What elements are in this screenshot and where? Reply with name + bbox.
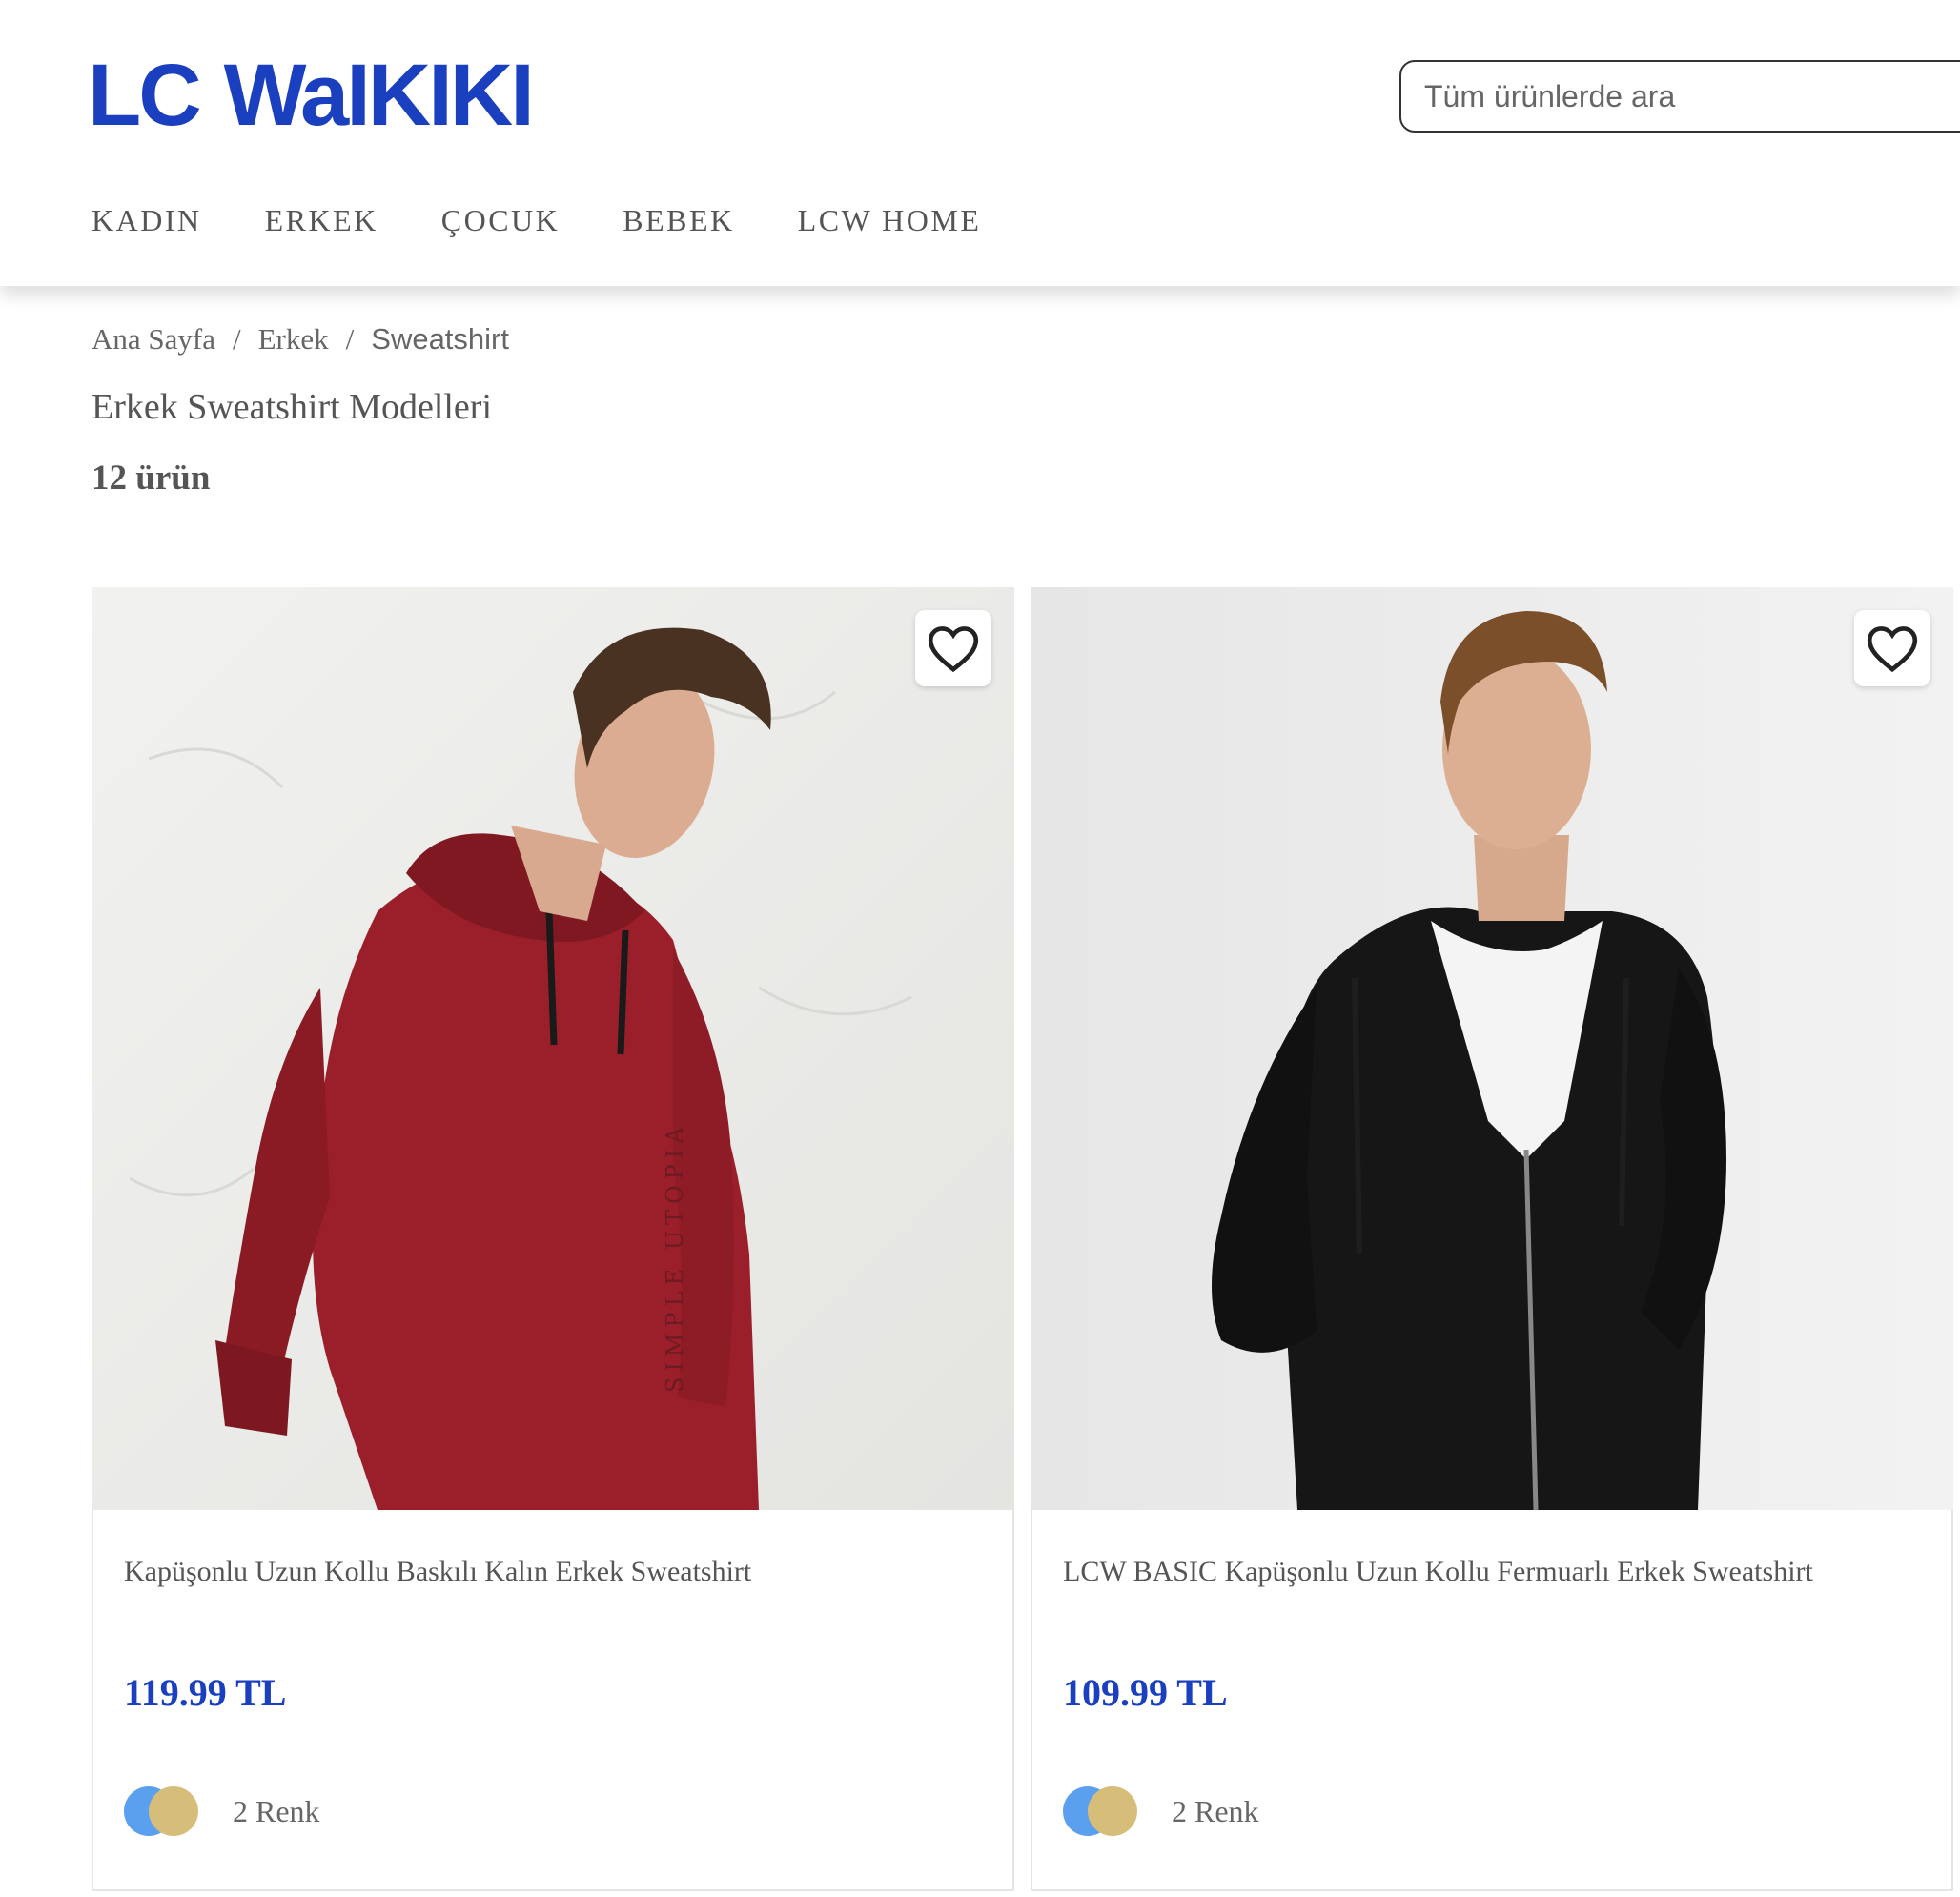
search-input[interactable] [1424,75,1958,117]
color-swatches[interactable] [124,1786,202,1836]
heart-outline-icon [928,626,979,673]
main-nav: KADIN ERKEK ÇOCUK BEBEK LCW HOME [92,203,1044,238]
product-count: 12 ürün [92,459,211,498]
breadcrumb-erkek[interactable]: Erkek [258,322,329,357]
nav-erkek[interactable]: ERKEK [265,203,378,238]
search-box [1399,60,1960,133]
product-image[interactable] [1031,587,1953,1510]
favorite-button[interactable] [915,610,991,686]
nav-lcw-home[interactable]: LCW HOME [798,203,982,238]
hoodie-print-text: SIMPLE UTOPIA [662,1121,688,1393]
site-header: LCWaIKIKI KADIN ERKEK ÇOCUK BEBEK LCW HO… [0,0,1960,286]
color-swatches[interactable] [1063,1786,1141,1836]
product-price: 119.99 TL [124,1671,287,1714]
product-card[interactable]: SIMPLE UTOPIA Kapüşonlu Uzun Kollu Baskı… [92,587,1014,1891]
nav-bebek[interactable]: BEBEK [623,203,734,238]
product-card[interactable]: LCW BASIC Kapüşonlu Uzun Kollu Fermuarlı… [1031,587,1953,1891]
product-info: LCW BASIC Kapüşonlu Uzun Kollu Fermuarlı… [1031,1510,1953,1891]
breadcrumb-separator: / [232,322,241,356]
product-name[interactable]: LCW BASIC Kapüşonlu Uzun Kollu Fermuarlı… [1063,1556,1921,1588]
product-info: Kapüşonlu Uzun Kollu Baskılı Kalın Erkek… [92,1510,1014,1891]
red-hoodie-photo: SIMPLE UTOPIA [92,587,1014,1510]
product-name[interactable]: Kapüşonlu Uzun Kollu Baskılı Kalın Erkek… [124,1556,982,1588]
breadcrumb-separator: / [345,322,355,356]
lc-waikiki-logo[interactable]: LC WaIKIKI [88,38,535,144]
breadcrumb-sweatshirt: Sweatshirt [371,322,509,356]
black-hoodie-photo [1031,587,1953,1510]
breadcrumb: Ana Sayfa / Erkek / Sweatshirt [92,322,509,357]
color-count: 2 Renk [1172,1794,1259,1828]
product-image[interactable]: SIMPLE UTOPIA [92,587,1014,1510]
product-price: 109.99 TL [1063,1671,1228,1714]
color-swatch-gold[interactable] [1088,1786,1137,1836]
breadcrumb-home[interactable]: Ana Sayfa [92,322,215,357]
favorite-button[interactable] [1854,610,1930,686]
nav-cocuk[interactable]: ÇOCUK [441,203,561,238]
color-swatch-gold[interactable] [149,1786,198,1836]
heart-outline-icon [1867,626,1918,673]
nav-kadin[interactable]: KADIN [92,203,202,238]
page-title: Erkek Sweatshirt Modelleri [92,387,493,427]
color-count: 2 Renk [233,1794,320,1828]
